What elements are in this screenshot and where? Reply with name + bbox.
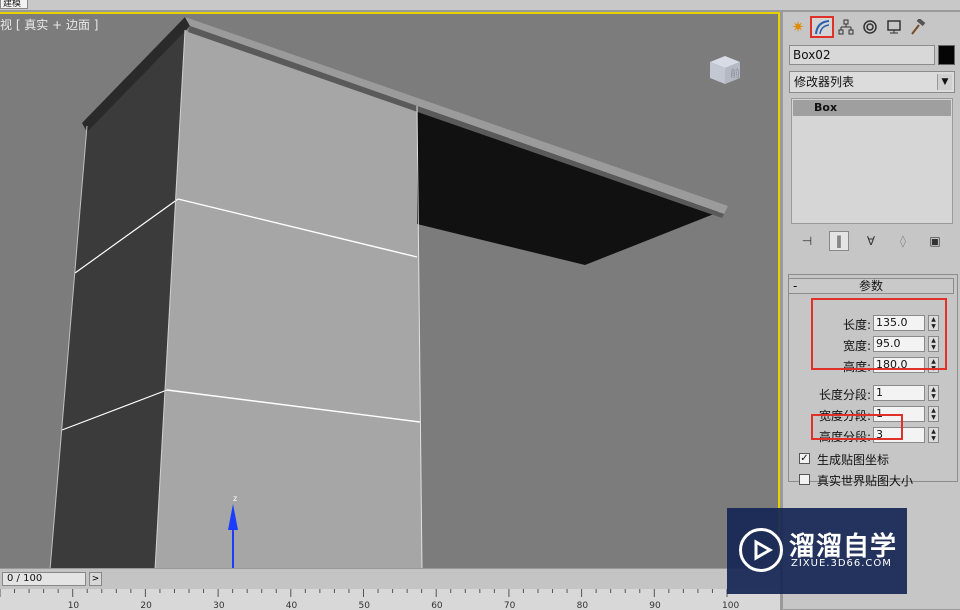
- checkbox-icon: [799, 474, 810, 485]
- viewcube-icon[interactable]: 前: [706, 52, 744, 86]
- perspective-viewport[interactable]: 视 [ 真实 + 边面 ] 前 z: [0, 12, 780, 568]
- pin-icon: ⊣: [801, 234, 813, 248]
- stack-toolbar: ⊣ ‖ ∀ ◊ ▣: [791, 230, 955, 252]
- title-bar: 建模: [0, 0, 960, 10]
- command-panel-tabs: ✷: [786, 16, 958, 38]
- highlight-box: [811, 414, 903, 440]
- timeline: 0 / 100 > 10 20 30 40 50 60 70 80 90 100: [0, 568, 780, 610]
- length-segs-spinner[interactable]: ▲ ▼: [928, 385, 939, 401]
- sun-star-icon: ✷: [791, 18, 805, 36]
- modifier-list-label: 修改器列表: [794, 75, 855, 89]
- hammer-icon: [911, 19, 926, 35]
- tab-hierarchy[interactable]: [834, 16, 858, 38]
- collapse-icon: -: [793, 279, 798, 293]
- make-unique-icon: ∀: [866, 234, 876, 248]
- width-segs-spinner[interactable]: ▲ ▼: [928, 406, 939, 422]
- front-face: [155, 30, 422, 568]
- object-color-swatch[interactable]: [938, 45, 955, 65]
- checkbox-icon: ✓: [799, 453, 810, 464]
- trash-icon: ◊: [900, 234, 906, 248]
- stack-item-box[interactable]: Box: [793, 100, 951, 116]
- real-world-map-checkbox[interactable]: 真实世界贴图大小: [799, 472, 959, 488]
- make-unique-button[interactable]: ∀: [861, 231, 881, 251]
- param-label: 长度分段:: [818, 388, 871, 402]
- mode-tab[interactable]: 建模: [0, 0, 28, 9]
- time-slider[interactable]: 0 / 100: [2, 572, 86, 586]
- remove-modifier-button[interactable]: ◊: [893, 231, 913, 251]
- configure-sets-button[interactable]: ▣: [925, 231, 945, 251]
- next-frame-button[interactable]: >: [89, 572, 102, 586]
- motion-icon: [863, 20, 877, 34]
- play-logo-icon: [739, 528, 783, 572]
- scene-geometry: [49, 17, 728, 568]
- top-slab-underside: [417, 106, 724, 265]
- height-segs-spinner[interactable]: ▲ ▼: [928, 427, 939, 443]
- chevron-down-icon: ▼: [937, 74, 952, 90]
- viewport-label[interactable]: 视 [ 真实 + 边面 ]: [0, 16, 99, 33]
- modifier-list-dropdown[interactable]: 修改器列表 ▼: [789, 71, 955, 93]
- configure-icon: ▣: [929, 234, 941, 248]
- show-end-result-button[interactable]: ‖: [829, 231, 849, 251]
- watermark: 溜溜自学 ZIXUE.3D66.COM: [727, 508, 907, 594]
- tab-utilities[interactable]: [906, 16, 930, 38]
- length-segs-input[interactable]: 1: [873, 385, 925, 401]
- show-end-result-icon: ‖: [836, 234, 842, 248]
- modifier-stack[interactable]: Box: [791, 98, 953, 224]
- checkbox-label: 生成贴图坐标: [817, 453, 890, 467]
- modify-arc-icon: [815, 20, 830, 35]
- z-axis-gizmo-icon: z: [228, 494, 238, 568]
- viewcube-label: 前: [730, 67, 740, 80]
- watermark-subtitle: ZIXUE.3D66.COM: [791, 558, 892, 569]
- tab-motion[interactable]: [858, 16, 882, 38]
- tab-create[interactable]: ✷: [786, 16, 810, 38]
- pin-stack-button[interactable]: ⊣: [797, 231, 817, 251]
- tab-display[interactable]: [882, 16, 906, 38]
- track-bar[interactable]: 10 20 30 40 50 60 70 80 90 100: [0, 589, 780, 610]
- checkbox-label: 真实世界贴图大小: [817, 474, 914, 488]
- param-length-segs: 长度分段: 1 ▲ ▼: [789, 385, 957, 403]
- tab-modify[interactable]: [810, 16, 834, 38]
- gen-mapping-checkbox[interactable]: ✓ 生成贴图坐标: [799, 451, 959, 467]
- hierarchy-icon: [838, 19, 854, 35]
- rollout-title: 参数: [858, 279, 883, 293]
- object-name-field[interactable]: Box02: [789, 45, 935, 65]
- axis-label-z: z: [233, 494, 237, 503]
- display-monitor-icon: [887, 20, 901, 34]
- rollout-header[interactable]: - 参数: [788, 278, 954, 294]
- highlight-box: [811, 298, 947, 370]
